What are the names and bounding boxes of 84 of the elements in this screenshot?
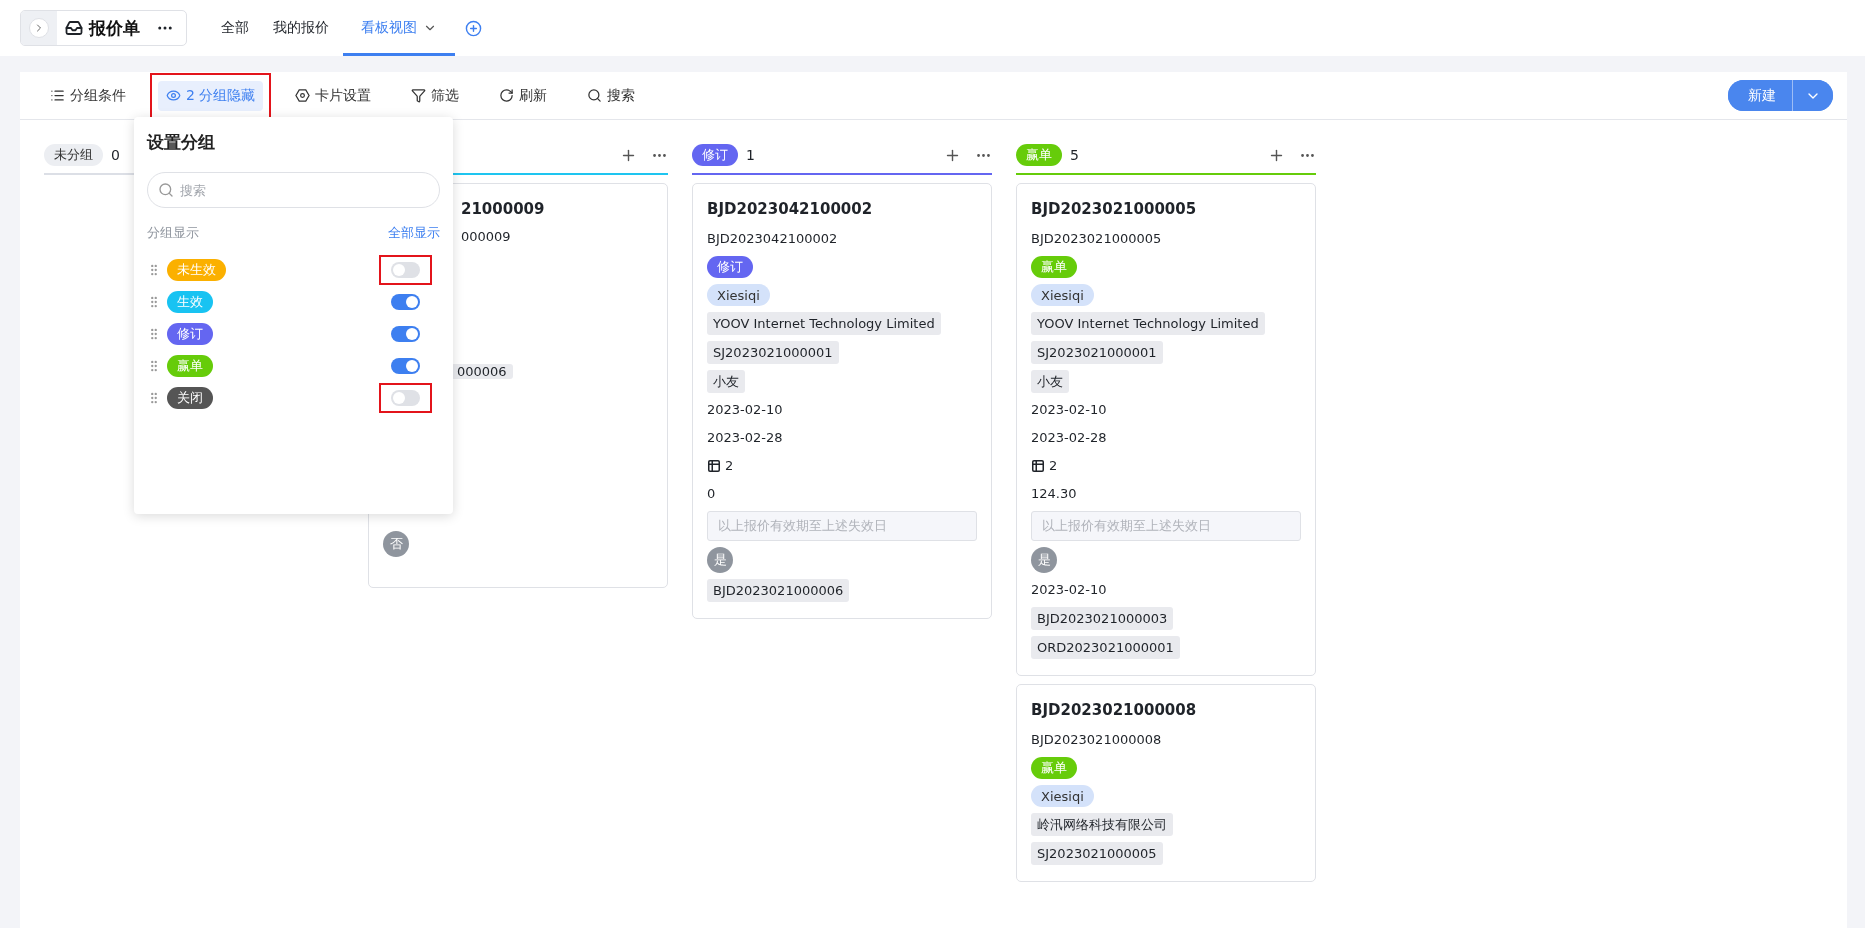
note-box: 以上报价有效期至上述失效日 (707, 511, 977, 541)
record-card[interactable]: BJD2023042100002 BJD2023042100002 修订 Xiesiqi YOOV Internet Technology Limited SJ2023021000001 小友 2023-02-10 2023-02-28 2 0 以上报价有效期至上述失效日 是 BJD2023021000006 (692, 183, 992, 619)
search-icon (158, 182, 174, 198)
inbox-icon (65, 19, 83, 37)
card-title: BJD2023021000005 (1031, 199, 1197, 220)
field-tag: 小友 (707, 370, 745, 393)
visibility-toggle[interactable] (391, 294, 420, 310)
group-tag: 关闭 (167, 387, 213, 409)
person-chip: Xiesiqi (1031, 785, 1094, 807)
new-button[interactable]: 新建 (1728, 80, 1793, 111)
field-text: 2023-02-28 (1031, 429, 1107, 447)
field-tag: BJD2023021000006 (707, 579, 850, 602)
visibility-toggle[interactable] (391, 390, 420, 406)
field-text: 2023-02-28 (707, 429, 783, 447)
group-tag: 未分组 (44, 144, 103, 166)
field-text: BJD2023042100002 (707, 230, 838, 248)
person-chip: Xiesiqi (707, 284, 770, 306)
field-tag: SJ2023021000001 (1031, 341, 1163, 364)
row-count: 2 (725, 457, 734, 475)
group-tag: 生效 (167, 291, 213, 313)
filter-icon (411, 88, 427, 103)
card-count: 1 (746, 147, 755, 163)
field-text: 2023-02-10 (1031, 401, 1107, 419)
view-tab[interactable]: 全部 (211, 0, 259, 56)
toolbar-button[interactable]: 分组条件 (42, 80, 134, 111)
view-tab[interactable]: 我的报价 (263, 0, 339, 56)
group-tag: 修订 (167, 323, 213, 345)
settings-icon (295, 88, 311, 103)
field-tag: 岭汛网络科技有限公司 (1031, 813, 1173, 836)
row-count: 2 (1049, 457, 1058, 475)
person-chip: Xiesiqi (1031, 284, 1094, 306)
show-all-link[interactable]: 全部显示 (388, 224, 440, 242)
group-tag: 未生效 (167, 259, 226, 281)
table-icon (707, 459, 721, 473)
visibility-toggle[interactable] (391, 326, 420, 342)
field-tag: 小友 (1031, 370, 1069, 393)
eye-icon (166, 88, 181, 103)
toolbar-button[interactable]: 刷新 (491, 80, 556, 111)
yes-no-badge: 是 (707, 547, 733, 573)
group-tag: 赢单 (167, 355, 213, 377)
card-title: BJD2023042100002 (707, 199, 873, 220)
yes-no-badge: 否 (383, 531, 409, 557)
status-tag: 赢单 (1031, 256, 1077, 278)
group-tag: 赢单 (1016, 144, 1062, 166)
group-tag: 修订 (692, 144, 738, 166)
card-title: BJD2023021000008 (1031, 700, 1197, 721)
toolbar-button[interactable]: 筛选 (403, 80, 468, 111)
field-text: 000009 (461, 229, 511, 244)
view-tab[interactable]: 看板视图 (343, 0, 455, 56)
card-count: 5 (1070, 147, 1079, 163)
field-text: 0 (707, 485, 716, 503)
yes-no-badge: 是 (1031, 547, 1057, 573)
field-text: BJD2023021000005 (1031, 230, 1162, 248)
field-text: BJD2023021000008 (1031, 731, 1162, 749)
field-tag: ORD2023021000001 (1031, 636, 1180, 659)
record-card[interactable]: BJD2023021000005 BJD2023021000005 赢单 Xiesiqi YOOV Internet Technology Limited SJ2023021000001 小友 2023-02-10 2023-02-28 2 124.30 以上报价有效期至上述失效日 是 2023-02-10 BJD2023021000003 ORD2023021000001 (1016, 183, 1316, 676)
field-tag: SJ2023021000005 (1031, 842, 1163, 865)
field-text: 2023-02-10 (1031, 581, 1107, 599)
field-tag: YOOV Internet Technology Limited (1031, 312, 1265, 335)
field-text: 2023-02-10 (707, 401, 783, 419)
refresh-icon (499, 88, 515, 103)
add-view-icon[interactable] (465, 19, 482, 37)
record-card[interactable]: BJD2023021000008 BJD2023021000008 赢单 Xiesiqi 岭汛网络科技有限公司 SJ2023021000005 (1016, 684, 1316, 882)
field-tag: BJD2023021000003 (1031, 607, 1174, 630)
field-tag: YOOV Internet Technology Limited (707, 312, 941, 335)
field-tag: 000006 (451, 364, 513, 379)
popup-title: 设置分组 (147, 131, 216, 154)
search-icon (587, 88, 603, 103)
visibility-toggle[interactable] (391, 358, 420, 374)
search-field[interactable]: 搜索 (147, 172, 440, 208)
card-count: 0 (111, 147, 120, 163)
field-text: 124.30 (1031, 485, 1077, 503)
list-icon (50, 88, 65, 103)
status-tag: 赢单 (1031, 757, 1077, 779)
note-box: 以上报价有效期至上述失效日 (1031, 511, 1301, 541)
app-title: 报价单 (89, 16, 140, 40)
status-tag: 修订 (707, 256, 753, 278)
visibility-toggle[interactable] (391, 262, 420, 278)
card-title: 21000009 (461, 200, 545, 218)
table-icon (1031, 459, 1045, 473)
toolbar-button[interactable]: 卡片设置 (287, 80, 380, 111)
toolbar-button[interactable]: 搜索 (579, 80, 644, 111)
section-label: 分组显示 (147, 224, 199, 242)
field-tag: SJ2023021000001 (707, 341, 839, 364)
